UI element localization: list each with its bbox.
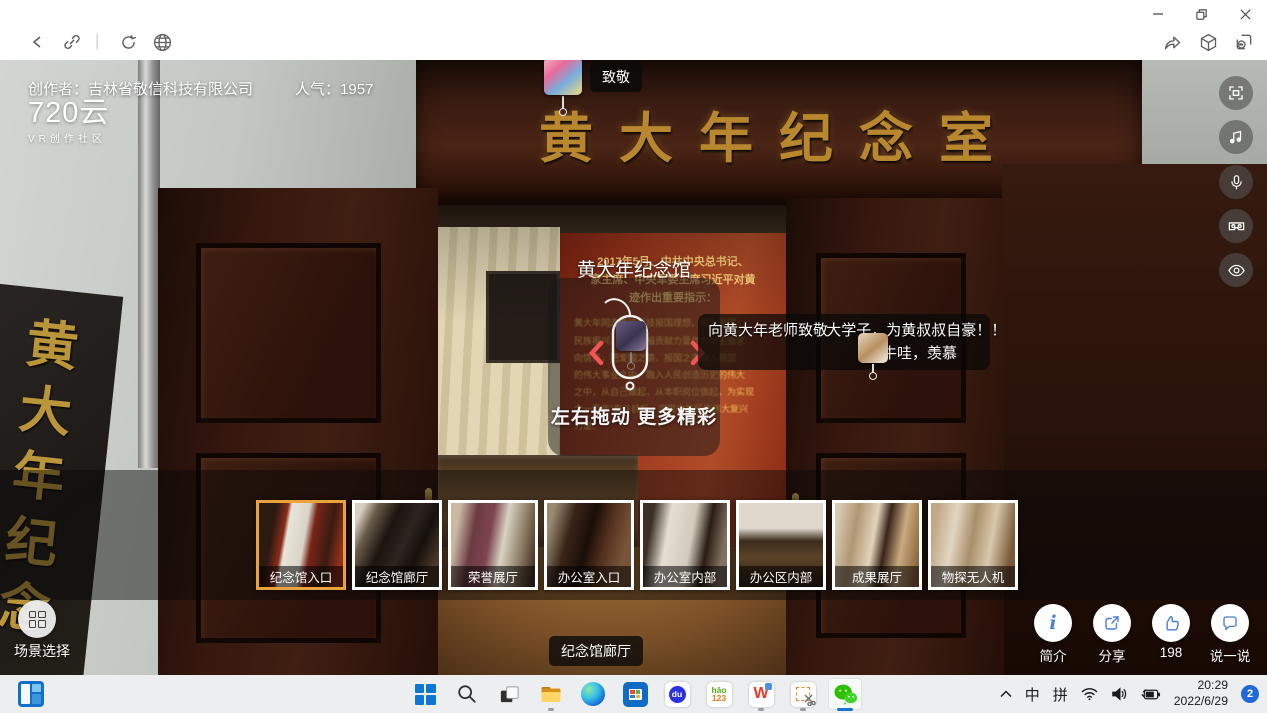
tray-date: 2022/6/29	[1174, 694, 1228, 710]
battery-icon[interactable]	[1140, 688, 1161, 701]
share-icon[interactable]	[1160, 30, 1184, 54]
windows-taskbar: du hǎo123 W	[0, 675, 1267, 713]
edge-browser-button[interactable]	[572, 675, 614, 713]
thumbnail-scene[interactable]: 办公区内部	[736, 500, 826, 590]
share-box-icon	[1093, 604, 1131, 642]
share-button[interactable]: 分享	[1087, 604, 1137, 665]
scene-selector-button[interactable]	[18, 600, 56, 638]
thumbnail-scene[interactable]: 办公室入口	[544, 500, 634, 590]
hao123-button[interactable]: hǎo123	[698, 675, 740, 713]
thumbnail-scene[interactable]: 纪念馆廊厅	[352, 500, 442, 590]
close-button[interactable]	[1230, 3, 1260, 25]
scene-interior-ceiling	[438, 205, 786, 235]
tribute-avatar[interactable]	[544, 57, 582, 95]
snip-icon	[791, 682, 816, 707]
scene-thumbnail-strip: 纪念馆入口 纪念馆廊厅 荣誉展厅 办公室入口 办公室内部 办公区内部 成果展厅 …	[256, 500, 1018, 590]
microphone-button[interactable]	[1219, 165, 1253, 199]
start-button[interactable]	[404, 675, 446, 713]
back-icon[interactable]	[26, 30, 50, 54]
float-window-icon[interactable]	[1232, 30, 1256, 54]
tray-time: 20:29	[1174, 678, 1228, 694]
grid-icon	[29, 611, 46, 628]
windows-logo-icon	[415, 684, 436, 705]
comment-button[interactable]: 说一说	[1205, 604, 1255, 665]
ime-mode-indicator[interactable]: 拼	[1053, 684, 1068, 705]
like-button[interactable]: 198	[1146, 604, 1196, 665]
wifi-icon[interactable]	[1081, 687, 1098, 701]
link-icon[interactable]	[60, 30, 84, 54]
file-explorer-button[interactable]	[530, 675, 572, 713]
edge-icon	[581, 682, 605, 706]
drag-hint-panel: 左右拖动 更多精彩	[548, 278, 720, 456]
comment-bubble-group[interactable]: 向黄大年老师致敬 大学子，为黄叔叔自豪！！ 牛哇，羡慕	[698, 314, 990, 370]
speech-bubble-icon	[1211, 604, 1249, 642]
task-view-button[interactable]	[488, 675, 530, 713]
cube-3d-icon[interactable]	[1196, 30, 1220, 54]
comment-avatar-dog[interactable]	[858, 333, 888, 363]
baidu-icon: du	[665, 682, 690, 707]
tray-chevron-up[interactable]	[1000, 690, 1012, 698]
action-bar: i 简介 分享 198 说一说	[1028, 604, 1255, 665]
720yun-logo: 720云 VR创作社区	[28, 99, 109, 145]
browser-titlebar: |	[0, 0, 1267, 60]
popularity-label: 人气：1957	[295, 78, 373, 99]
thumbnail-scene[interactable]: 纪念馆入口	[256, 500, 346, 590]
thumbnail-scene[interactable]: 荣誉展厅	[448, 500, 538, 590]
creator-info: 创作者：吉林省敬信科技有限公司 人气：1957	[28, 78, 373, 99]
hotspot-label-gallery[interactable]: 纪念馆廊厅	[549, 636, 643, 666]
comment-text: 牛哇，羡慕	[882, 342, 980, 363]
thumbnail-scene[interactable]: 成果展厅	[832, 500, 922, 590]
thumbs-up-icon	[1152, 604, 1190, 642]
creator-label: 创作者：吉林省敬信科技有限公司	[28, 78, 253, 99]
taskbar-clock[interactable]: 20:29 2022/6/29	[1174, 678, 1228, 710]
hotspot-pin	[872, 364, 874, 373]
intro-button[interactable]: i 简介	[1028, 604, 1078, 665]
taskbar-center-icons: du hǎo123 W	[404, 675, 866, 713]
scene-right-door	[786, 198, 1004, 675]
comment-text: 大学子，为黄叔叔自豪！！	[826, 322, 1006, 339]
wechat-button[interactable]	[824, 675, 866, 713]
scene-metal-pole	[138, 60, 160, 468]
notification-badge[interactable]: 2	[1241, 685, 1259, 703]
microsoft-store-button[interactable]	[614, 675, 656, 713]
volume-icon[interactable]	[1111, 687, 1127, 701]
toolbar-divider: |	[95, 31, 99, 51]
system-tray: 中 拼 20:29 2022/6/29 2	[1000, 675, 1267, 713]
wps-office-button[interactable]: W	[740, 675, 782, 713]
comment-avatar[interactable]	[616, 321, 646, 351]
fullscreen-button[interactable]	[1219, 76, 1253, 110]
pinned-app-icon[interactable]	[18, 681, 44, 707]
info-icon: i	[1049, 612, 1056, 634]
search-icon	[456, 683, 478, 705]
wps-icon: W	[749, 682, 774, 707]
thumbnail-scene[interactable]: 办公室内部	[640, 500, 730, 590]
hotspot-pin	[562, 96, 564, 109]
eye-button[interactable]	[1219, 253, 1253, 287]
scene-left-door	[158, 188, 438, 675]
globe-icon[interactable]	[150, 30, 174, 54]
comment-text: 向黄大年老师致敬	[708, 322, 828, 339]
scene-selector-label: 场景选择	[4, 641, 80, 661]
vr-goggles-button[interactable]	[1219, 209, 1253, 243]
baidu-app-button[interactable]: du	[656, 675, 698, 713]
hao123-icon: hǎo123	[707, 682, 732, 707]
store-icon	[623, 682, 648, 707]
thumbnail-scene[interactable]: 物探无人机	[928, 500, 1018, 590]
snip-tool-button[interactable]	[782, 675, 824, 713]
refresh-icon[interactable]	[116, 30, 140, 54]
search-button[interactable]	[446, 675, 488, 713]
file-explorer-icon	[539, 682, 563, 706]
wechat-icon	[833, 683, 858, 706]
restore-button[interactable]	[1186, 3, 1216, 25]
task-view-icon	[498, 683, 521, 706]
minimize-button[interactable]	[1143, 3, 1173, 25]
drag-hint-text: 左右拖动 更多精彩	[548, 402, 720, 429]
tribute-bubble[interactable]: 致敬	[590, 62, 642, 92]
music-button[interactable]	[1219, 120, 1253, 154]
ime-language-indicator[interactable]: 中	[1025, 684, 1040, 705]
